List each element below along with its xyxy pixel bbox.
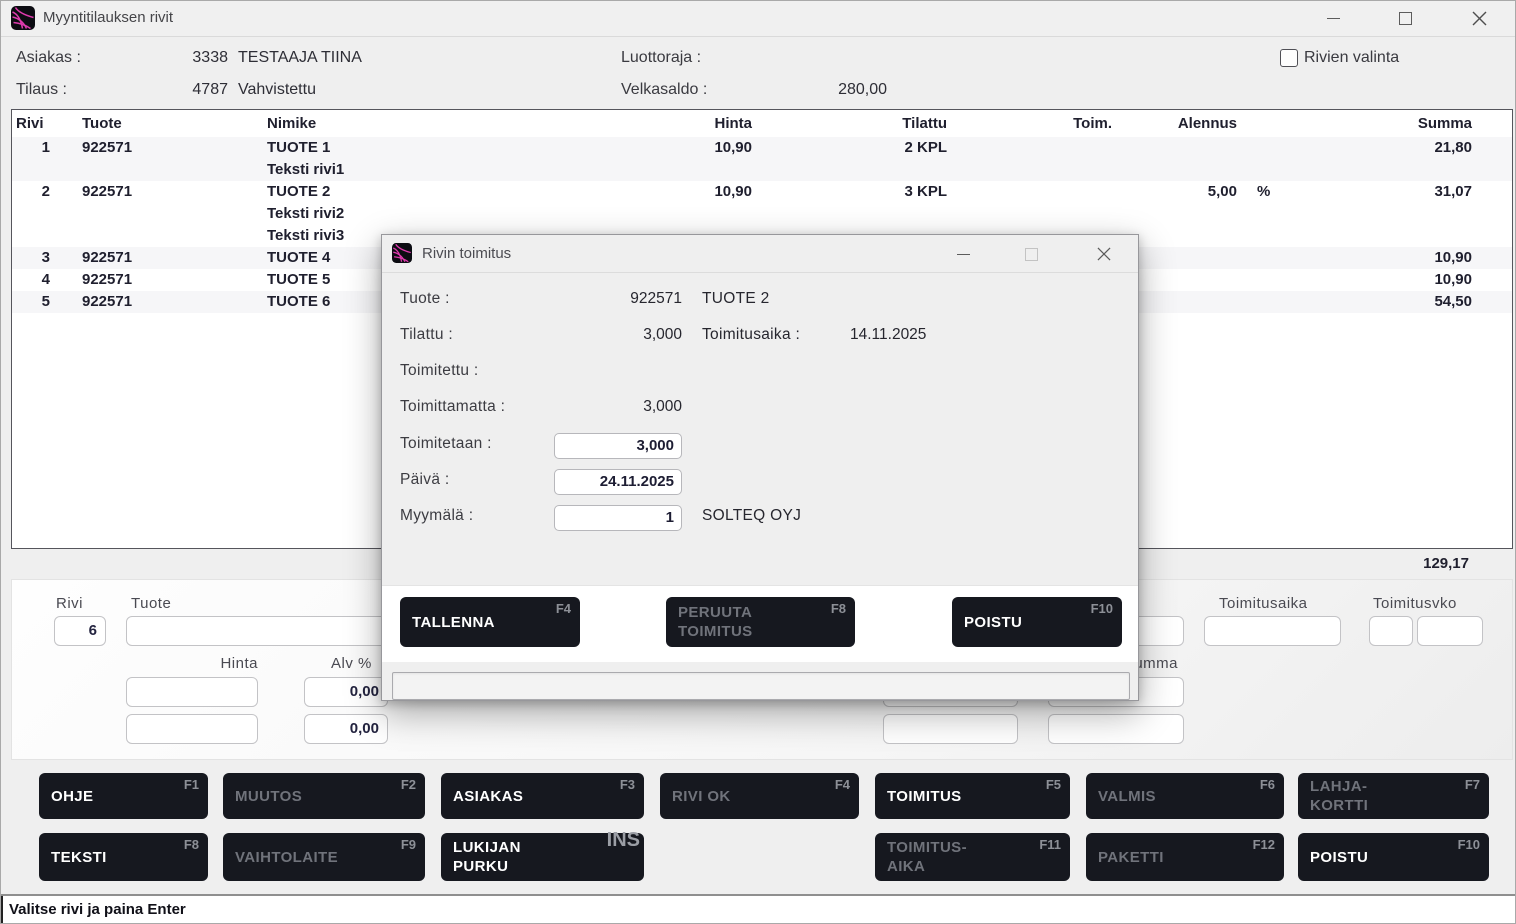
- dialog-minimize-button[interactable]: [951, 243, 975, 265]
- fn-button-poistu[interactable]: POISTUF10: [1298, 833, 1489, 881]
- status-text: Valitse rivi ja paina Enter: [9, 901, 186, 918]
- dialog-toimitusaika-value: 14.11.2025: [850, 326, 926, 344]
- form-toimitusvko-label: Toimitusvko: [1373, 595, 1457, 612]
- minimize-button[interactable]: [1321, 7, 1345, 29]
- asiakas-label: Asiakas :: [16, 49, 81, 67]
- dialog-toimitettu-label: Toimitettu :: [400, 362, 479, 380]
- dialog-tuote-extra: TUOTE 2: [702, 290, 770, 308]
- tilaus-code: 4787: [141, 81, 228, 99]
- asiakas-name: TESTAAJA TIINA: [238, 49, 362, 67]
- fn-button-lahja-kortti[interactable]: LAHJA- KORTTIF7: [1298, 773, 1489, 819]
- dialog-myym-l-label: Myymälä :: [400, 507, 473, 525]
- fn-button-paketti[interactable]: PAKETTIF12: [1086, 833, 1284, 881]
- column-header-alennus: Alennus: [1127, 110, 1237, 137]
- fn-button-toimitus-aika[interactable]: TOIMITUS- AIKAF11: [875, 833, 1070, 881]
- fn-button-lukijan-purku[interactable]: LUKIJAN PURKUINS: [441, 833, 644, 881]
- tilaus-status: Vahvistettu: [238, 81, 316, 99]
- close-button[interactable]: [1467, 7, 1491, 29]
- form-hinta2-input[interactable]: [126, 714, 258, 744]
- table-subrow: Teksti rivi2: [12, 203, 1512, 225]
- rivien-valinta-label: Rivien valinta: [1304, 49, 1399, 67]
- dialog-toimitusaika-label: Toimitusaika :: [702, 326, 800, 344]
- fn-button-asiakas[interactable]: ASIAKASF3: [441, 773, 644, 819]
- dialog-toimitetaan-label: Toimitetaan :: [400, 435, 492, 453]
- form-tuote-label: Tuote: [131, 595, 171, 612]
- dialog-button-peruuta-toimitus[interactable]: PERUUTA TOIMITUSF8: [666, 597, 855, 647]
- dialog-app-logo-icon: [392, 243, 412, 268]
- fn-button-rivi-ok[interactable]: RIVI OKF4: [660, 773, 859, 819]
- dialog-maximize-button[interactable]: [1019, 243, 1043, 265]
- dialog-close-button[interactable]: [1092, 243, 1116, 265]
- table-row[interactable]: 1922571TUOTE 110,902 KPL21,80Teksti rivi…: [12, 137, 1512, 181]
- dialog-button-poistu[interactable]: POISTUF10: [952, 597, 1122, 647]
- luottoraja-label: Luottoraja :: [621, 49, 701, 67]
- title-bar: Myyntitilauksen rivit: [1, 1, 1515, 37]
- form-hinta-input[interactable]: [126, 677, 258, 707]
- form-alv2-input[interactable]: 0,00: [304, 714, 388, 744]
- rivien-valinta-checkbox[interactable]: [1280, 49, 1298, 67]
- form-rivi-label: Rivi: [56, 595, 83, 612]
- form-toimitusvko-input-2[interactable]: [1417, 616, 1483, 646]
- velkasaldo-label: Velkasaldo :: [621, 81, 707, 99]
- dialog-myym-l-extra: SOLTEQ OYJ: [702, 507, 801, 525]
- column-header-toim: Toim.: [1012, 110, 1112, 137]
- dialog-tuote-label: Tuote :: [400, 290, 450, 308]
- column-header-summa: Summa: [1332, 110, 1472, 137]
- table-header: Rivi Tuote Nimike Hinta Tilattu Toim. Al…: [12, 110, 1512, 137]
- app-logo-icon: [11, 6, 35, 35]
- fn-button-muutos[interactable]: MUUTOSF2: [223, 773, 425, 819]
- dialog-p-iv-label: Päivä :: [400, 471, 450, 489]
- dialog-toimittamatta-label: Toimittamatta :: [400, 398, 505, 416]
- table-subrow: Teksti rivi1: [12, 159, 1512, 181]
- form-alv-input[interactable]: 0,00: [304, 677, 388, 707]
- dialog-toimitetaan-input[interactable]: 3,000: [554, 433, 682, 459]
- form-covered-field-3-input[interactable]: [883, 714, 1018, 744]
- form-covered-field-4-input[interactable]: [1048, 714, 1184, 744]
- column-header-tuote: Tuote: [82, 110, 212, 137]
- dialog-myym-l-input[interactable]: 1: [554, 505, 682, 531]
- dialog-title: Rivin toimitus: [422, 245, 511, 262]
- fn-button-valmis[interactable]: VALMISF6: [1086, 773, 1284, 819]
- form-hinta-label: Hinta: [201, 655, 258, 672]
- dialog-tilattu-label: Tilattu :: [400, 326, 453, 344]
- dialog-toimittamatta-value: 3,000: [502, 398, 682, 416]
- fn-button-toimitus[interactable]: TOIMITUSF5: [875, 773, 1070, 819]
- maximize-button[interactable]: [1393, 7, 1417, 29]
- tilaus-label: Tilaus :: [16, 81, 67, 99]
- form-alv-label: Alv %: [331, 655, 372, 672]
- dialog-tuote-value: 922571: [502, 290, 682, 308]
- rivin-toimitus-dialog: Rivin toimitus Tuote : 922571 TUOTE 2 Tilat…: [381, 234, 1139, 701]
- dialog-status-field[interactable]: [392, 672, 1130, 700]
- form-rivi-input[interactable]: 6: [54, 616, 106, 646]
- dialog-title-bar: Rivin toimitus: [382, 235, 1138, 273]
- column-header-tilattu: Tilattu: [802, 110, 947, 137]
- dialog-button-tallenna[interactable]: TALLENNAF4: [400, 597, 580, 647]
- form-toimitusaika-input[interactable]: [1204, 616, 1341, 646]
- dialog-tilattu-value: 3,000: [502, 326, 682, 344]
- asiakas-code: 3338: [141, 49, 228, 67]
- fn-button-vaihtolaite[interactable]: VAIHTOLAITEF9: [223, 833, 425, 881]
- form-toimitusaika-label: Toimitusaika: [1219, 595, 1308, 612]
- window-title: Myyntitilauksen rivit: [43, 9, 173, 26]
- fn-button-teksti[interactable]: TEKSTIF8: [39, 833, 208, 881]
- status-bar: Valitse rivi ja paina Enter: [1, 896, 1515, 924]
- app-window: Myyntitilauksen rivit Asiakas : 3338 TES…: [0, 0, 1516, 924]
- velkasaldo-value: 280,00: [781, 81, 887, 99]
- column-header-hinta: Hinta: [592, 110, 752, 137]
- form-toimitusvko-input-1[interactable]: [1369, 616, 1413, 646]
- column-header-rivi: Rivi: [16, 110, 76, 137]
- order-total: 129,17: [1423, 555, 1469, 572]
- dialog-p-iv-input[interactable]: 24.11.2025: [554, 469, 682, 495]
- fn-button-ohje[interactable]: OHJEF1: [39, 773, 208, 819]
